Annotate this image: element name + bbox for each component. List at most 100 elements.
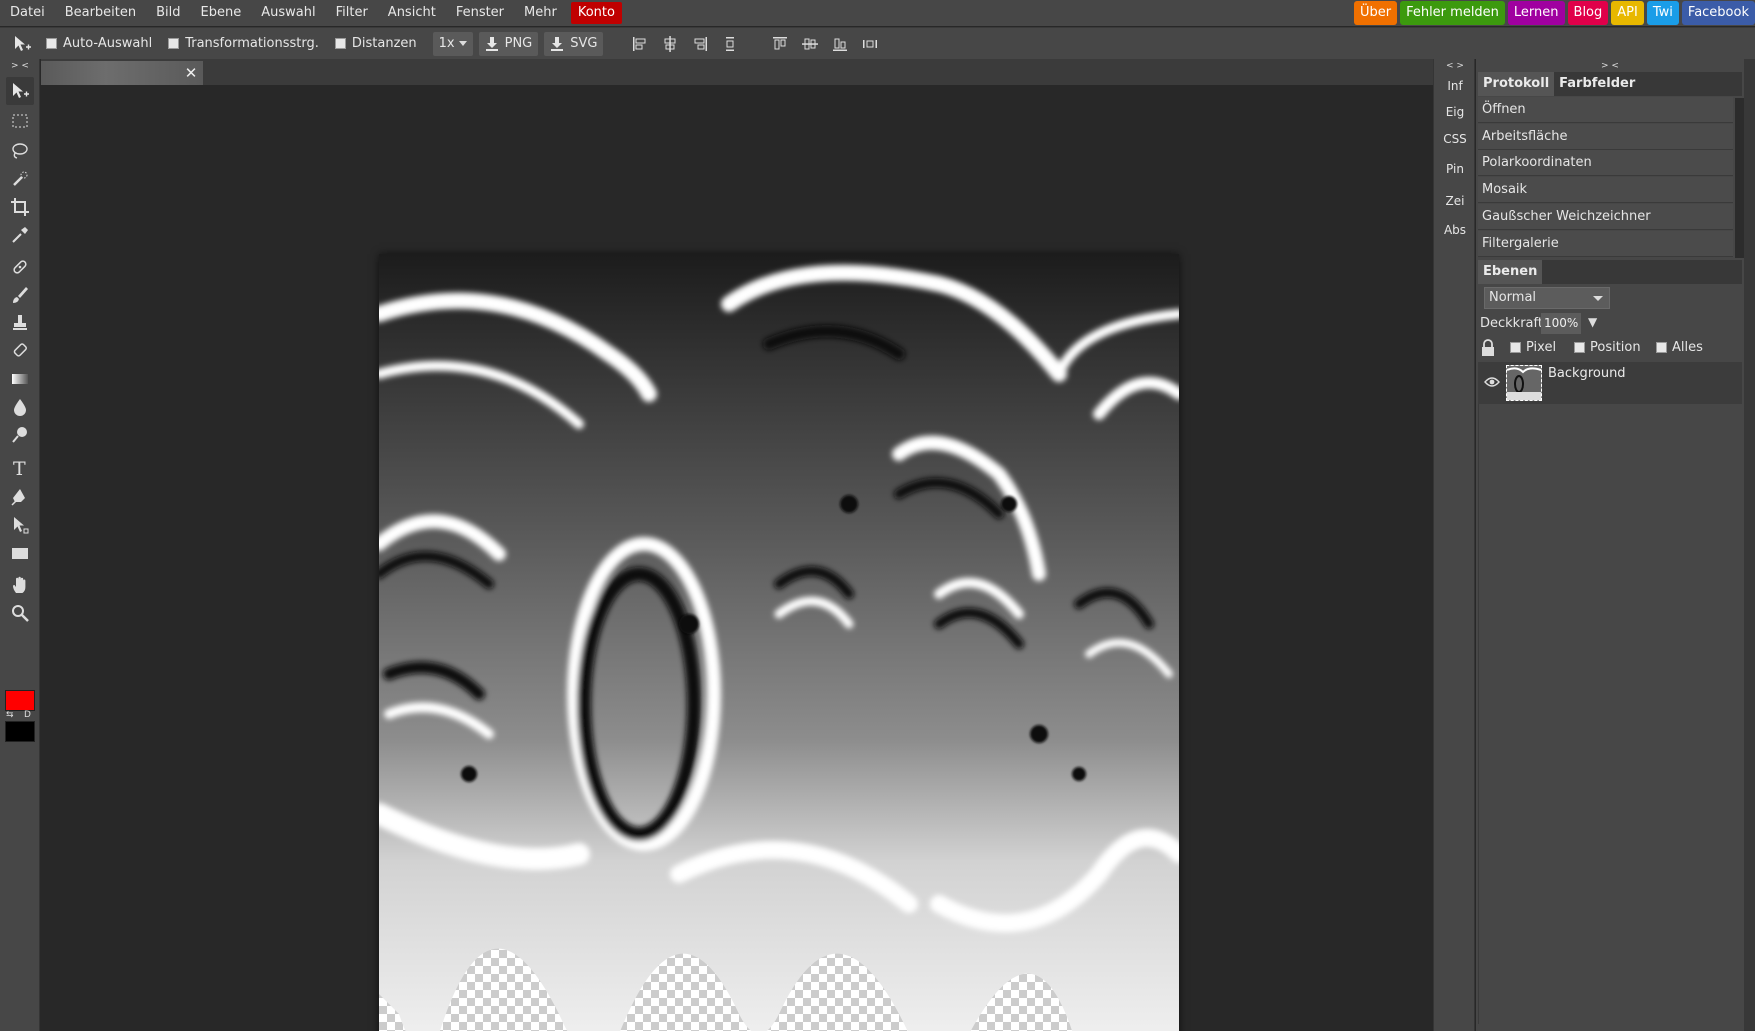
dodge-icon[interactable] bbox=[6, 421, 34, 449]
panel-paragraph-button[interactable]: Abs bbox=[1434, 220, 1476, 240]
tools-panel: > < T ⇆ D bbox=[0, 59, 40, 1031]
panel-pin-button[interactable]: Pin bbox=[1434, 159, 1476, 179]
align-center-v-icon[interactable] bbox=[799, 33, 821, 55]
tab-swatches[interactable]: Farbfelder bbox=[1554, 72, 1640, 96]
link-facebook[interactable]: Facebook bbox=[1681, 1, 1755, 25]
account-button[interactable]: Konto bbox=[570, 2, 622, 24]
text-tool-icon[interactable]: T bbox=[6, 454, 34, 482]
eyedropper-icon[interactable] bbox=[6, 221, 34, 249]
toolbar-collapse-toggle[interactable]: > < bbox=[0, 60, 40, 72]
scale-dropdown[interactable]: 1x bbox=[432, 31, 473, 56]
align-left-icon[interactable] bbox=[629, 33, 651, 55]
panel-properties-button[interactable]: Eig bbox=[1434, 102, 1476, 122]
workspace bbox=[41, 85, 1433, 1031]
menu-mehr[interactable]: Mehr bbox=[514, 0, 567, 26]
blur-drop-icon[interactable] bbox=[6, 393, 34, 421]
layers-tabs: Ebenen bbox=[1478, 260, 1742, 284]
crop-icon[interactable] bbox=[6, 193, 34, 221]
link-about[interactable]: Über bbox=[1353, 1, 1398, 25]
default-colors-button[interactable]: D bbox=[24, 710, 31, 720]
link-api[interactable]: API bbox=[1611, 1, 1644, 25]
foreground-color-swatch[interactable] bbox=[5, 690, 35, 711]
export-svg-button[interactable]: SVG bbox=[544, 31, 604, 56]
pen-tool-icon[interactable] bbox=[6, 483, 34, 511]
menu-bearbeiten[interactable]: Bearbeiten bbox=[55, 0, 146, 26]
download-icon bbox=[485, 36, 498, 51]
swap-colors-icon[interactable]: ⇆ bbox=[6, 710, 14, 720]
collapse-panel-toggle[interactable]: > < bbox=[1476, 60, 1744, 72]
link-learn[interactable]: Lernen bbox=[1507, 1, 1565, 25]
canvas-image bbox=[379, 254, 1179, 1031]
align-center-h-icon[interactable] bbox=[659, 33, 681, 55]
tab-layers[interactable]: Ebenen bbox=[1478, 260, 1543, 284]
document-tab[interactable]: ✕ bbox=[41, 61, 203, 85]
marquee-select-icon[interactable] bbox=[6, 107, 34, 135]
menu-datei[interactable]: Datei bbox=[0, 0, 55, 26]
menu-auswahl[interactable]: Auswahl bbox=[251, 0, 325, 26]
menu-bar: Datei Bearbeiten Bild Ebene Auswahl Filt… bbox=[0, 0, 865, 26]
lock-pixel-label: Pixel bbox=[1526, 340, 1557, 355]
panel-info-button[interactable]: Inf bbox=[1434, 76, 1476, 96]
quick-select-icon[interactable] bbox=[6, 165, 34, 193]
align-top-icon[interactable] bbox=[769, 33, 791, 55]
lock-pixel-checkbox[interactable]: Pixel bbox=[1510, 340, 1556, 355]
chevron-down-icon bbox=[1593, 296, 1603, 301]
hand-icon[interactable] bbox=[6, 571, 34, 599]
auto-select-checkbox[interactable]: Auto-Auswahl bbox=[46, 36, 152, 51]
panel-characters-button[interactable]: Zei bbox=[1434, 191, 1476, 211]
eye-icon[interactable] bbox=[1484, 376, 1500, 388]
link-twitter[interactable]: Twi bbox=[1646, 1, 1679, 25]
link-blog[interactable]: Blog bbox=[1567, 1, 1609, 25]
menu-filter[interactable]: Filter bbox=[326, 0, 378, 26]
menu-bild[interactable]: Bild bbox=[146, 0, 190, 26]
export-png-label: PNG bbox=[504, 36, 533, 51]
history-scrollbar[interactable] bbox=[1735, 98, 1744, 258]
close-icon[interactable]: ✕ bbox=[181, 63, 201, 83]
expand-panel-toggle[interactable]: < > bbox=[1434, 60, 1476, 72]
lasso-icon[interactable] bbox=[6, 137, 34, 165]
lock-position-label: Position bbox=[1590, 340, 1641, 355]
panel-css-button[interactable]: CSS bbox=[1434, 129, 1476, 149]
transform-controls-checkbox[interactable]: Transformationsstrg. bbox=[168, 36, 319, 51]
history-item[interactable]: Gaußscher Weichzeichner bbox=[1478, 204, 1733, 230]
eraser-icon[interactable] bbox=[6, 337, 34, 365]
blend-mode-value: Normal bbox=[1489, 290, 1537, 305]
tab-history[interactable]: Protokoll bbox=[1478, 72, 1555, 96]
menu-ebene[interactable]: Ebene bbox=[191, 0, 252, 26]
export-png-button[interactable]: PNG bbox=[478, 31, 539, 56]
distances-label: Distanzen bbox=[351, 36, 417, 51]
opacity-input[interactable]: 100% bbox=[1541, 313, 1581, 334]
menu-ansicht[interactable]: Ansicht bbox=[378, 0, 446, 26]
opacity-dropdown-icon[interactable]: ▼ bbox=[1588, 315, 1597, 329]
external-links: Über Fehler melden Lernen Blog API Twi F… bbox=[1353, 1, 1755, 25]
history-item[interactable]: Öffnen bbox=[1478, 97, 1733, 123]
distribute-h-icon[interactable] bbox=[719, 33, 741, 55]
rectangle-shape-icon[interactable] bbox=[6, 539, 34, 567]
gradient-icon[interactable] bbox=[6, 365, 34, 393]
healing-brush-icon[interactable] bbox=[6, 253, 34, 281]
layer-name: Background bbox=[1548, 366, 1626, 381]
history-item[interactable]: Arbeitsfläche bbox=[1478, 124, 1733, 150]
layer-thumbnail bbox=[1506, 365, 1542, 401]
lock-all-checkbox[interactable]: Alles bbox=[1656, 340, 1703, 355]
menu-fenster[interactable]: Fenster bbox=[446, 0, 514, 26]
background-color-swatch[interactable] bbox=[5, 721, 35, 742]
distances-checkbox[interactable]: Distanzen bbox=[334, 36, 417, 51]
move-tool-icon[interactable] bbox=[6, 77, 34, 105]
brush-icon[interactable] bbox=[6, 281, 34, 309]
lock-position-checkbox[interactable]: Position bbox=[1574, 340, 1641, 355]
zoom-icon[interactable] bbox=[6, 599, 34, 627]
distribute-v-icon[interactable] bbox=[859, 33, 881, 55]
image-canvas[interactable] bbox=[379, 254, 1179, 1031]
clone-stamp-icon[interactable] bbox=[6, 309, 34, 337]
align-bottom-icon[interactable] bbox=[829, 33, 851, 55]
history-item[interactable]: Mosaik bbox=[1478, 177, 1733, 203]
link-report-bug[interactable]: Fehler melden bbox=[1400, 1, 1505, 25]
history-item[interactable]: Filtergalerie bbox=[1478, 231, 1733, 257]
right-scrollbar[interactable] bbox=[1744, 59, 1755, 1031]
history-item[interactable]: Polarkoordinaten bbox=[1478, 150, 1733, 176]
path-select-icon[interactable] bbox=[6, 511, 34, 539]
blend-mode-select[interactable]: Normal bbox=[1484, 287, 1610, 309]
layer-row[interactable]: Background bbox=[1478, 362, 1742, 404]
align-right-icon[interactable] bbox=[689, 33, 711, 55]
